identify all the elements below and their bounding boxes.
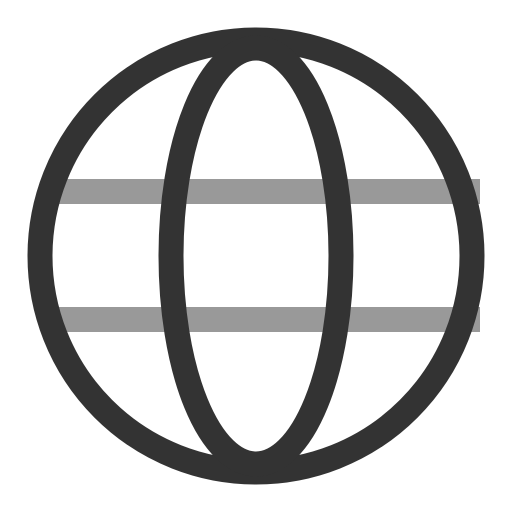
latitude-line-lower	[58, 307, 480, 332]
icon-canvas	[0, 0, 512, 512]
globe-meridian-ellipse	[158, 35, 354, 477]
globe-outer-circle	[27, 27, 485, 485]
latitude-lines	[58, 179, 480, 332]
latitude-line-upper	[58, 179, 480, 204]
globe-icon	[27, 27, 485, 485]
